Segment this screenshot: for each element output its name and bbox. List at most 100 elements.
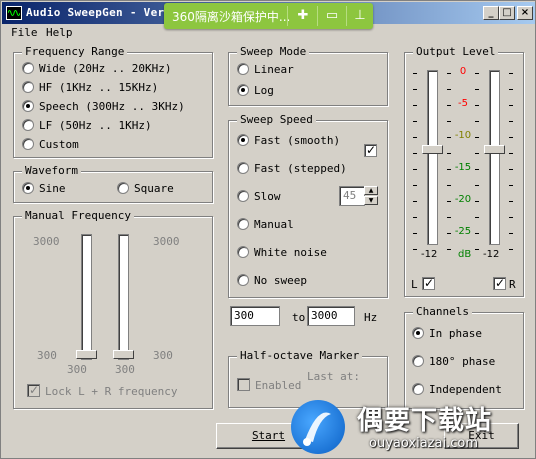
level-tick: [509, 233, 513, 234]
spin-up-button[interactable]: ▲: [364, 186, 378, 195]
radio-dot: [237, 162, 249, 174]
pin-icon[interactable]: ⊥: [350, 7, 370, 25]
radio-label: In phase: [429, 327, 482, 340]
level-scale-25: -25: [454, 226, 472, 237]
start-frequency-input[interactable]: 300: [230, 306, 280, 326]
level-slider-right-track[interactable]: [489, 70, 500, 245]
slow-speed-input[interactable]: 45: [339, 186, 365, 206]
level-scale-10: -10: [454, 130, 472, 141]
level-tick: [475, 217, 479, 218]
radio-dot: [117, 182, 129, 194]
start-button-label: Start: [251, 429, 286, 442]
sweep-mode-group: Sweep Mode: [228, 45, 388, 106]
radio-label: HF (1KHz .. 15KHz): [39, 81, 159, 94]
level-tick: [447, 73, 451, 74]
level-tick: [447, 121, 451, 122]
freq-min-right-inner: 300: [115, 363, 135, 376]
frequency-range-title: Frequency Range: [22, 45, 128, 58]
radio-dot-selected: [22, 182, 34, 194]
half-octave-enabled-checkbox[interactable]: [237, 378, 250, 391]
level-slider-left-track[interactable]: [427, 70, 438, 245]
level-tick: [475, 105, 479, 106]
level-tick: [413, 249, 417, 250]
close-button[interactable]: ×: [517, 6, 533, 20]
level-tick: [509, 185, 513, 186]
checkmark-icon: ✓: [495, 276, 506, 290]
plugin-icon[interactable]: ✚: [293, 7, 313, 25]
freq-slider-right-thumb[interactable]: [113, 350, 134, 359]
level-tick: [413, 201, 417, 202]
radio-dot: [237, 63, 249, 75]
level-tick: [509, 105, 513, 106]
level-tick: [447, 233, 451, 234]
freq-max-right: 3000: [153, 235, 180, 248]
end-frequency-input[interactable]: 3000: [307, 306, 355, 326]
range-to-label: to: [292, 311, 306, 324]
level-tick: [413, 89, 417, 90]
level-tick: [413, 121, 417, 122]
level-tick: [475, 89, 479, 90]
level-scale-15: -15: [454, 162, 472, 173]
left-channel-label: L: [411, 278, 418, 291]
watermark-url: ouyaoxiazai.com: [369, 436, 478, 451]
radio-dot-selected: [237, 84, 249, 96]
level-tick: [509, 153, 513, 154]
radio-label: Speech (300Hz .. 3KHz): [39, 100, 185, 113]
checkmark-icon: ✓: [366, 143, 377, 157]
sandbox-overlay-text: 360隔离沙箱保护中...: [172, 10, 291, 24]
watermark-logo-icon: [291, 400, 345, 454]
radio-dot-selected: [22, 100, 34, 112]
freq-slider-left-thumb[interactable]: [76, 350, 97, 359]
level-tick: [475, 169, 479, 170]
freq-min-left: 300: [37, 349, 57, 362]
menu-help[interactable]: Help: [46, 26, 73, 39]
left-channel-checkbox[interactable]: ✓: [422, 276, 435, 290]
level-slider-left-thumb[interactable]: [422, 145, 443, 154]
level-tick: [413, 169, 417, 170]
spin-down-button[interactable]: ▼: [364, 196, 378, 205]
radio-label: Manual: [254, 218, 294, 231]
level-tick: [475, 73, 479, 74]
radio-label: Square: [134, 182, 174, 195]
freq-slider-right-track[interactable]: [118, 234, 129, 360]
maximize-button[interactable]: □: [499, 6, 515, 20]
radio-label: 180° phase: [429, 355, 496, 368]
level-tick: [475, 153, 479, 154]
level-slider-right-thumb[interactable]: [484, 145, 505, 154]
level-tick: [447, 185, 451, 186]
level-tick: [509, 169, 513, 170]
level-tick: [475, 137, 479, 138]
checkmark-icon: ✓: [29, 383, 40, 397]
lock-lr-checkbox[interactable]: ✓: [27, 383, 40, 397]
last-at-label: Last at:: [307, 370, 360, 383]
menu-file[interactable]: File: [11, 26, 38, 39]
sweep-mode-title: Sweep Mode: [237, 45, 310, 58]
radio-dot: [412, 355, 424, 367]
radio-label: Fast (smooth): [254, 134, 341, 147]
radio-label: Linear: [254, 63, 294, 76]
waveform-title: Waveform: [22, 164, 81, 177]
overlay-separator: [346, 6, 347, 26]
radio-dot-selected: [237, 134, 249, 146]
right-channel-label: R: [509, 278, 516, 291]
sweep-speed-title: Sweep Speed: [237, 113, 316, 126]
level-tick: [447, 201, 451, 202]
smooth-checkbox[interactable]: ✓: [364, 143, 377, 157]
right-channel-checkbox[interactable]: ✓: [493, 276, 506, 290]
radio-dot: [237, 218, 249, 230]
radio-dot: [22, 119, 34, 131]
level-tick: [475, 121, 479, 122]
minimize-button[interactable]: _: [483, 6, 499, 20]
freq-max-left: 3000: [33, 235, 60, 248]
radio-dot: [237, 274, 249, 286]
menu-bar: File Help: [2, 24, 535, 42]
level-scale-5: -5: [458, 98, 468, 109]
level-tick: [413, 153, 417, 154]
level-tick: [475, 185, 479, 186]
folder-icon[interactable]: ▭: [322, 7, 342, 25]
freq-slider-left-track[interactable]: [81, 234, 92, 360]
level-tick: [447, 153, 451, 154]
level-unit: dB: [458, 249, 472, 260]
radio-dot: [22, 62, 34, 74]
level-tick: [413, 73, 417, 74]
